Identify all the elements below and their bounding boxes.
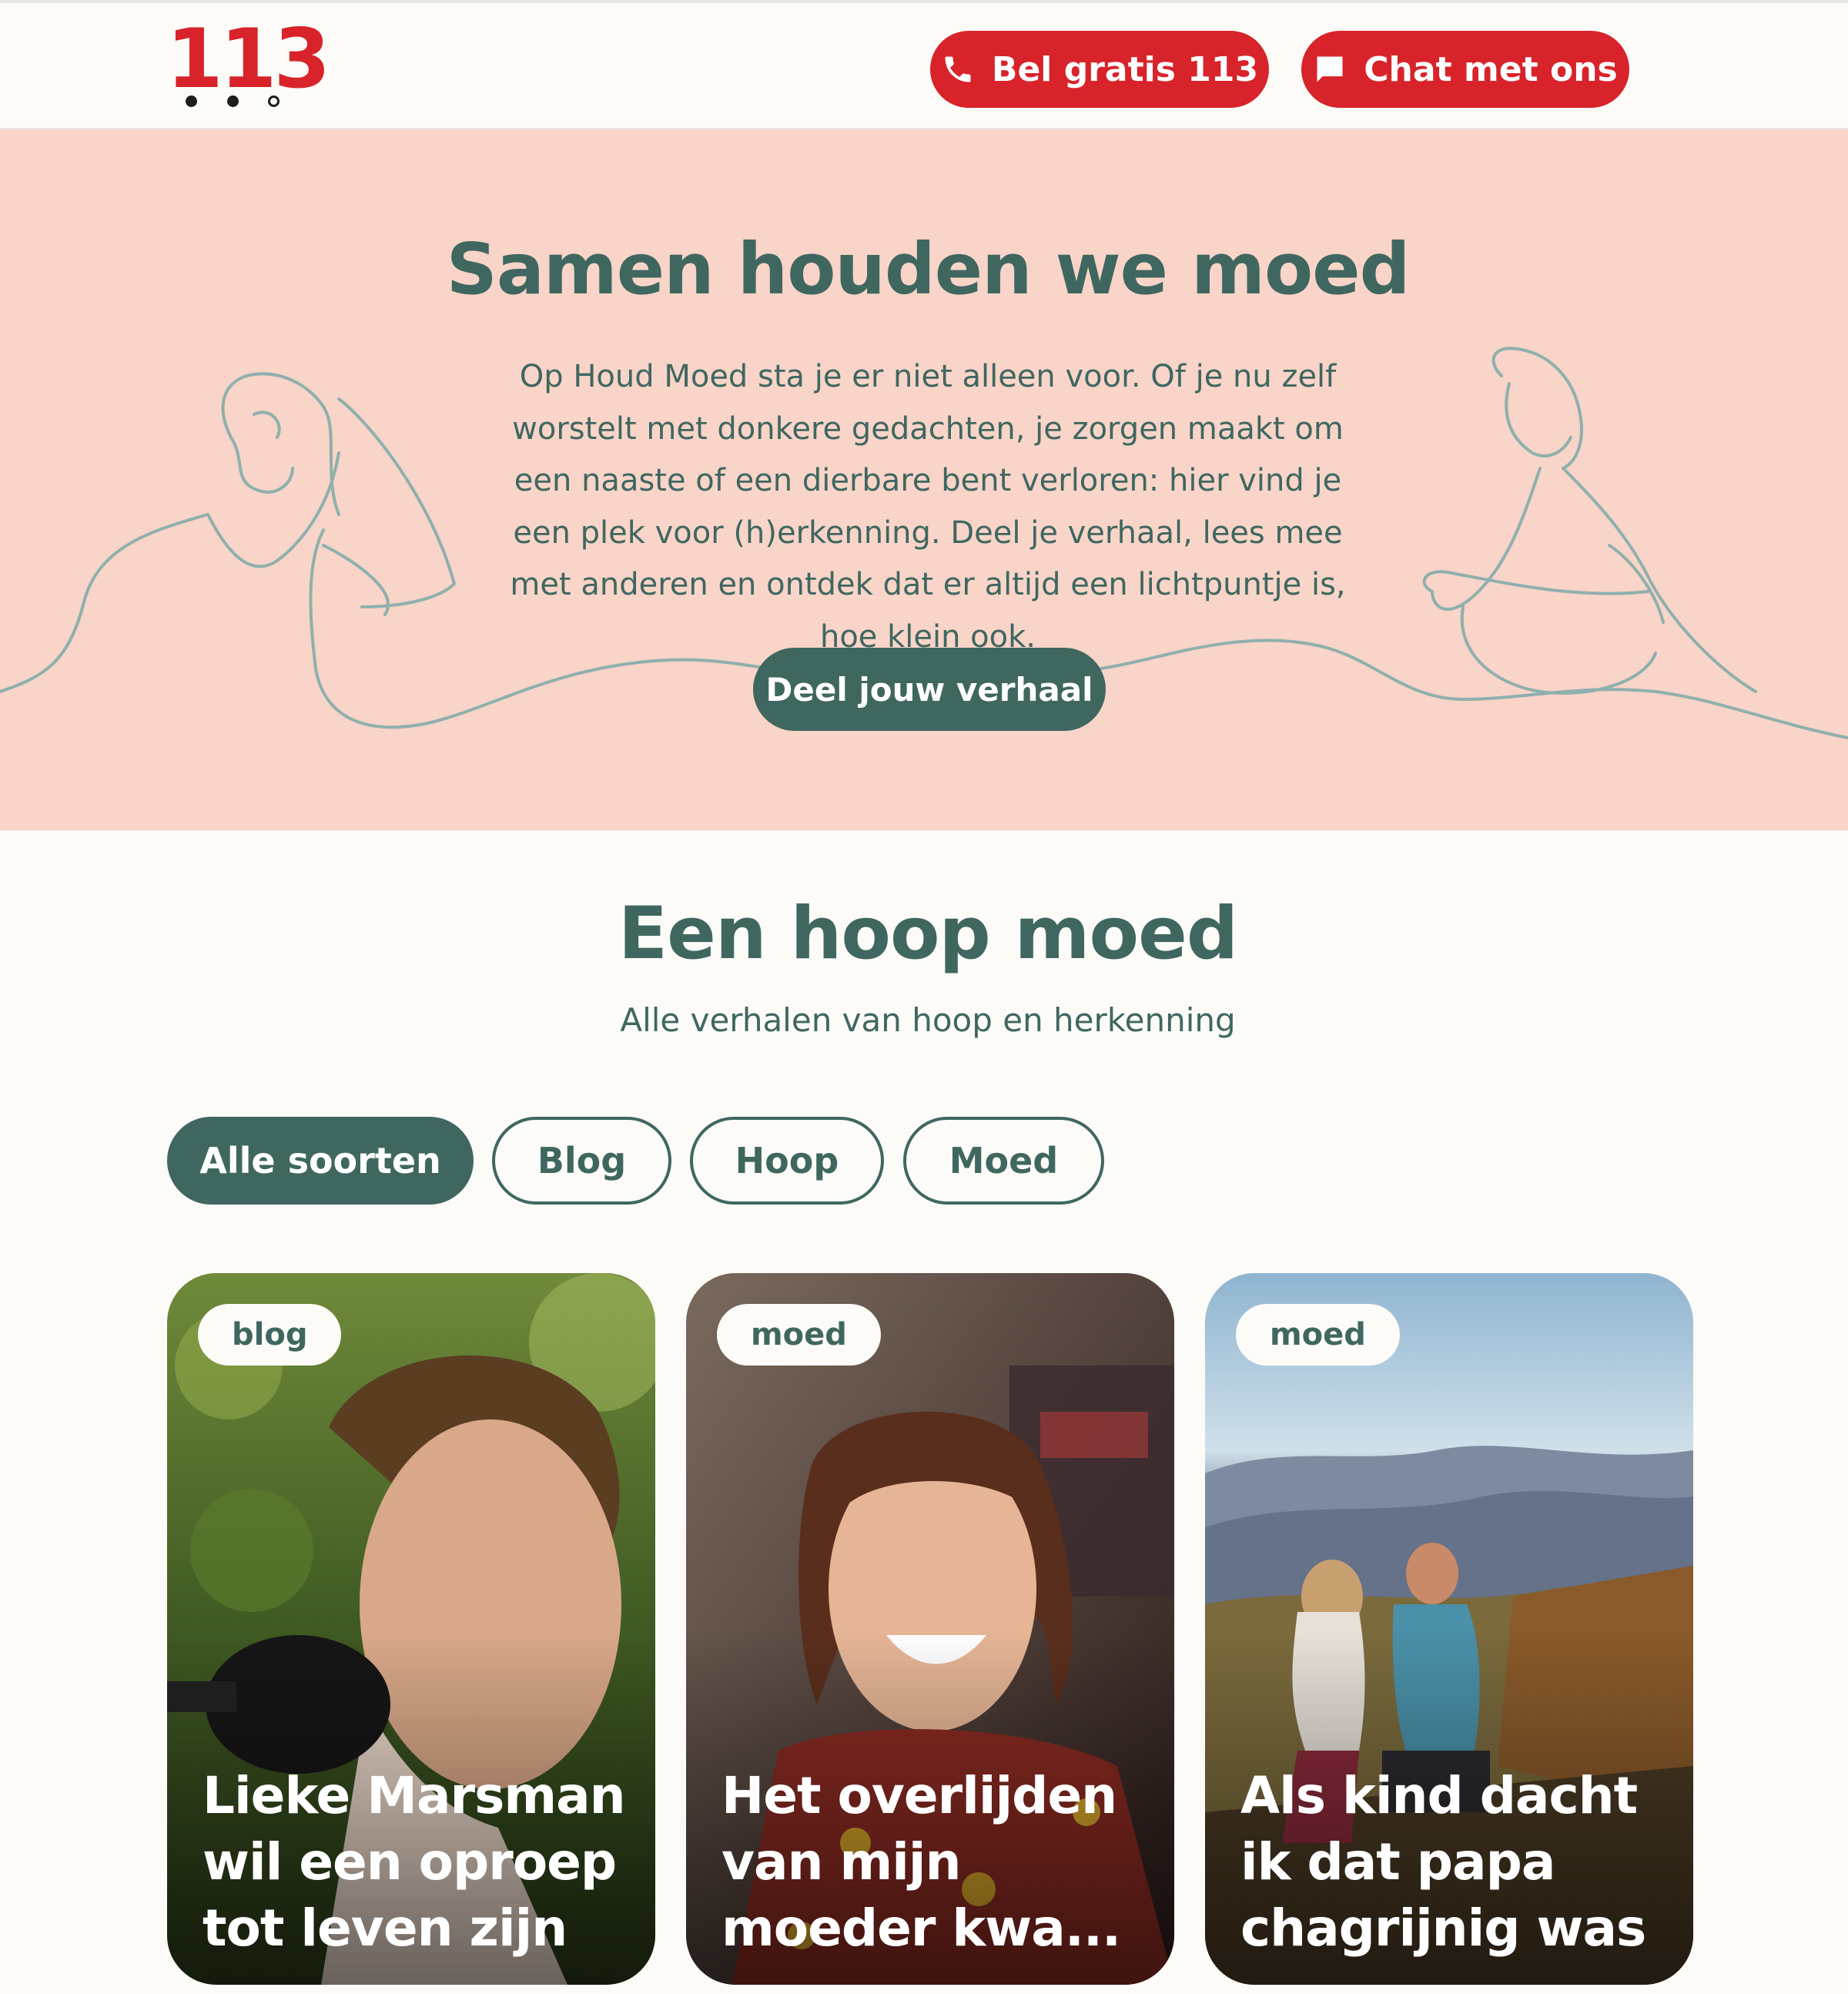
card-tag: moed [1236,1304,1400,1366]
chat-bubble-icon [1317,56,1343,82]
call-button-label: Bel gratis 113 [991,49,1259,89]
filter-all[interactable]: Alle soorten [167,1117,474,1205]
filter-hoop[interactable]: Hoop [690,1117,884,1205]
logo-113[interactable]: 113 [166,18,330,111]
logo-dot [186,96,197,107]
phone-icon [945,56,971,82]
hero-title: Samen houden we moed [446,228,1411,310]
filter-moed[interactable]: Moed [903,1117,1104,1205]
card-tag: moed [717,1304,881,1366]
section-title: Een hoop moed [618,892,1238,976]
share-story-button[interactable]: Deel jouw verhaal [753,648,1106,731]
site-header: 113 Bel gratis 113 Chat met ons [0,0,1848,129]
logo-text: 113 [166,12,330,106]
story-card[interactable]: moed Als kind dacht ik dat papa chagrijn… [1205,1273,1693,1985]
filter-blog[interactable]: Blog [492,1117,671,1205]
logo-dot [268,96,280,107]
section-subtitle: Alle verhalen van hoop en herkenning [620,1001,1236,1039]
story-card[interactable]: moed Het overlijden van mijn moeder kwa.… [686,1273,1174,1985]
hero-section: Samen houden we moed Op Houd Moed sta je… [0,129,1848,830]
chat-button-label: Chat met ons [1364,49,1618,89]
chat-button[interactable]: Chat met ons [1301,31,1629,108]
story-card[interactable]: blog Lieke Marsman wil een oproep tot le… [167,1273,655,1985]
card-tag: blog [198,1304,342,1366]
card-title: Lieke Marsman wil een oproep tot leven z… [203,1766,626,1958]
logo-dot [227,96,239,107]
hero-text: Op Houd Moed sta je er niet alleen voor.… [510,359,1346,655]
call-button[interactable]: Bel gratis 113 [930,31,1269,108]
card-title: Als kind dacht ik dat papa chagrijnig wa… [1240,1766,1646,1958]
card-title: Het overlijden van mijn moeder kwa... [721,1766,1121,1958]
